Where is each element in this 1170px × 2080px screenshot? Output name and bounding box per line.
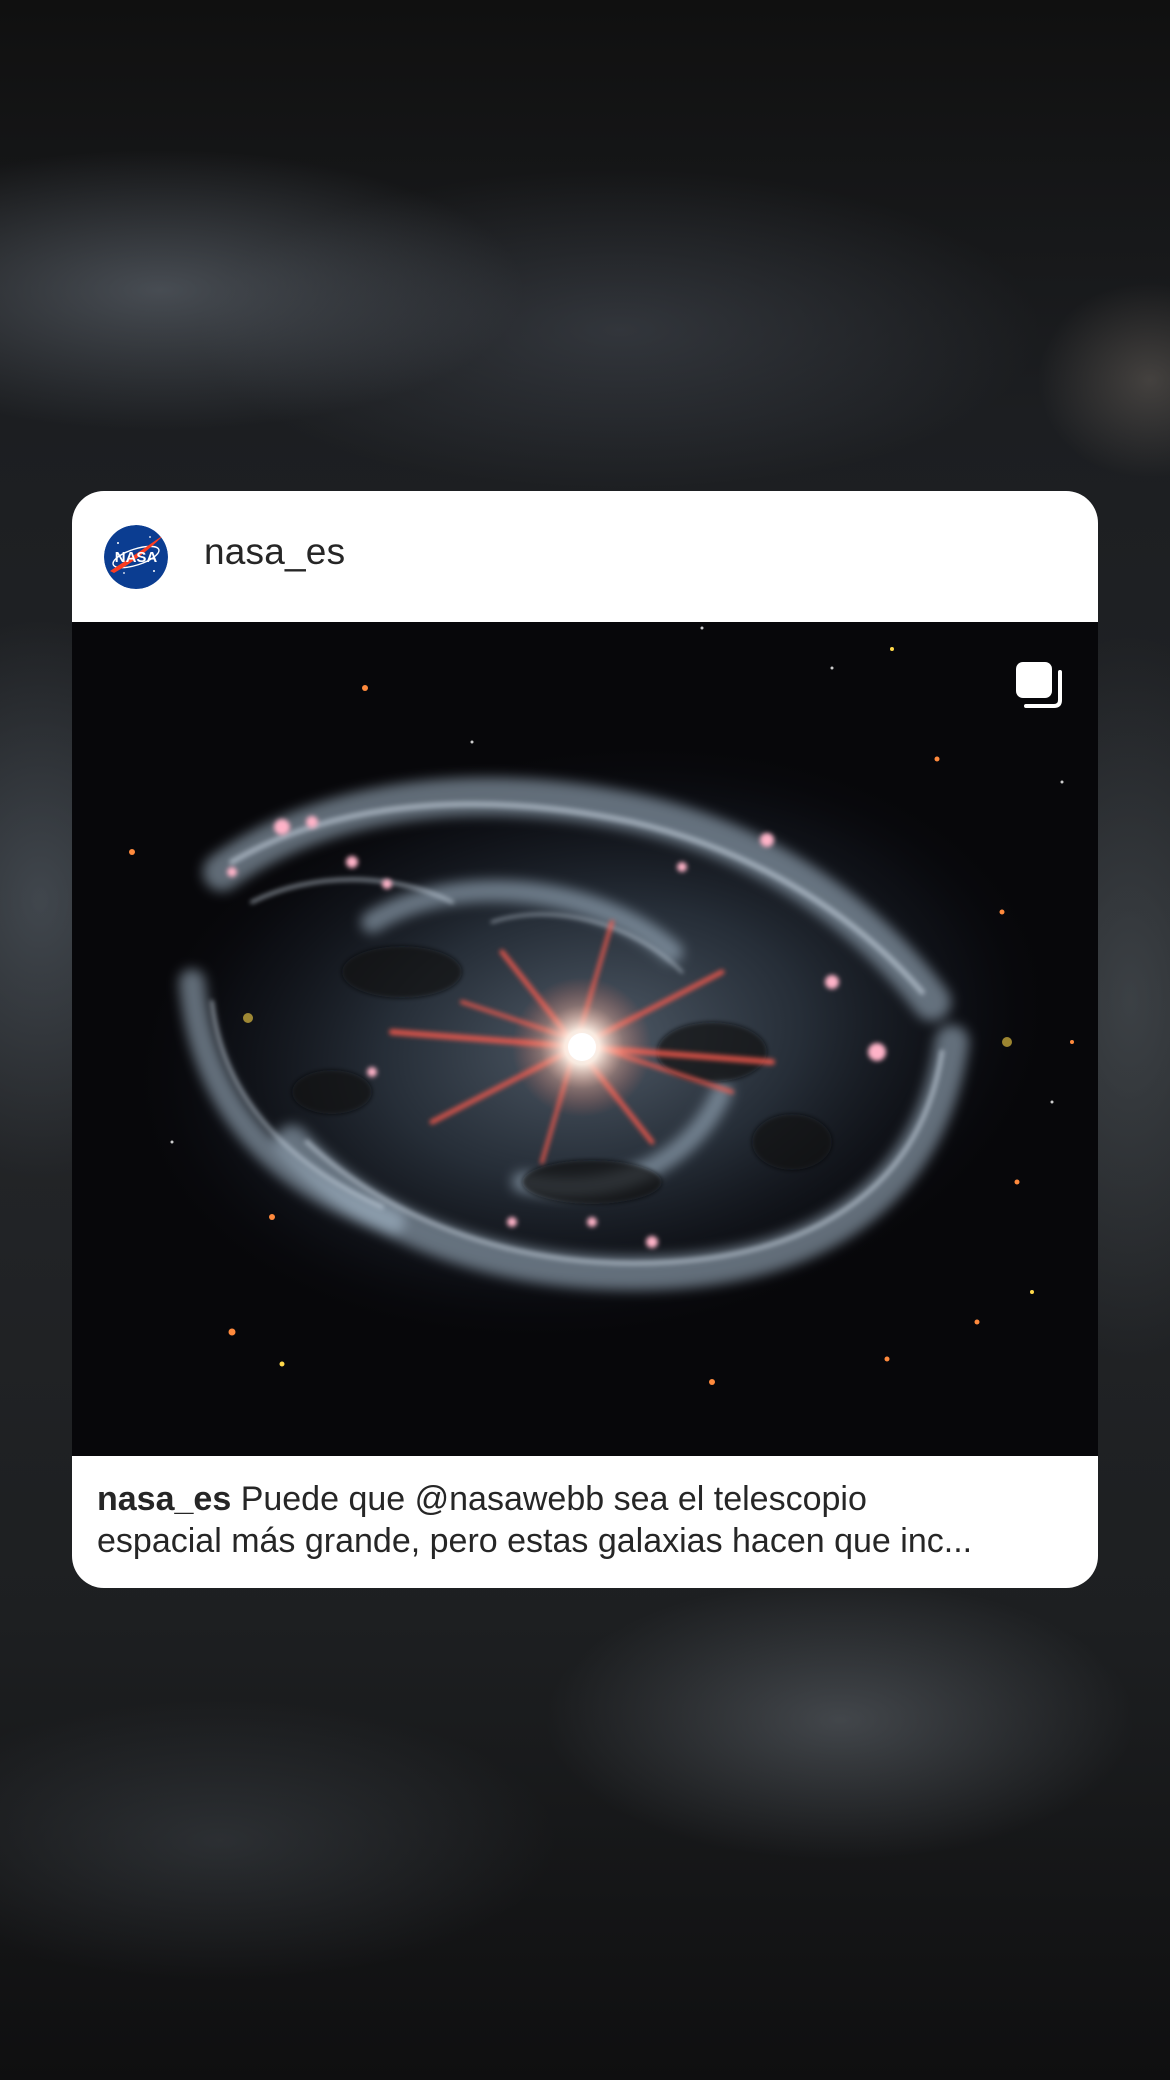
post-preview-card[interactable]: NASA nasa_es nasa_es Puede que @nasawebb… — [72, 491, 1098, 1588]
post-header: NASA nasa_es — [72, 491, 1098, 622]
caption-line-1: nasa_es Puede que @nasawebb sea el teles… — [97, 1478, 1077, 1520]
caption-line-2: espacial más grande, pero estas galaxias… — [97, 1522, 973, 1560]
galaxy-image — [72, 622, 1098, 1456]
post-username[interactable]: nasa_es — [204, 531, 345, 573]
nasa-logo-icon: NASA — [104, 525, 168, 589]
svg-text:NASA: NASA — [115, 549, 158, 566]
avatar[interactable]: NASA — [104, 525, 168, 589]
post-image[interactable] — [72, 622, 1098, 1456]
caption-text-1: Puede que @nasawebb sea el telescopio — [240, 1480, 867, 1518]
caption-username[interactable]: nasa_es — [97, 1480, 231, 1518]
post-caption: nasa_es Puede que @nasawebb sea el teles… — [97, 1478, 1077, 1562]
multiple-images-icon — [1016, 662, 1062, 708]
